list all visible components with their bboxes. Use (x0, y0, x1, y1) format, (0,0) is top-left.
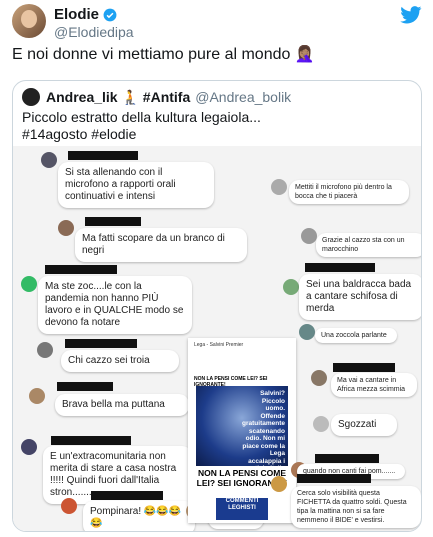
redacted-username (85, 217, 141, 226)
quoted-author-handle: @Andrea_bolik (195, 89, 292, 105)
comment-bubble: Grazie al cazzo sta con un marocchino (316, 233, 421, 257)
redacted-username (65, 339, 137, 348)
comment-bubble: Si sta allenando con il microfono a rapp… (58, 162, 214, 208)
commenter-avatar (311, 370, 327, 386)
commenti-leghisti-logo: COMMENTI LEGHISTI (216, 498, 268, 520)
comment-bubble: Cerca solo visibilità questa FICHETTA da… (291, 486, 421, 528)
singer-photo: Salvini? Piccolo uomo. Offende gratuitam… (196, 386, 288, 487)
quoted-hashtags: #14agosto #elodie (22, 126, 137, 142)
comment-bubble: Ma fatti scopare da un branco di negri (75, 228, 247, 262)
tweet-header: Elodie @Elodiedipa (12, 4, 424, 40)
author-handle[interactable]: @Elodiedipa (54, 24, 134, 40)
redacted-username (315, 454, 379, 463)
post-account: Lega - Salvini Premier (194, 342, 244, 348)
commenter-avatar (271, 179, 287, 195)
quoted-header: Andrea_lik 🧎 #Antifa @Andrea_bolik (22, 88, 291, 106)
commenter-avatar (61, 498, 77, 514)
comment-bubble: Brava bella ma puttana (55, 394, 189, 416)
commenter-avatar (29, 388, 45, 404)
verified-badge-icon (103, 8, 117, 21)
lega-post-image: Lega - Salvini Premier NON LA PENSI COME… (188, 338, 296, 523)
comment-bubble: Una zoccola parlante (315, 328, 397, 343)
commenter-avatar (271, 476, 287, 492)
quoted-author-name: Andrea_lik 🧎 #Antifa (46, 88, 191, 105)
quoted-text-line1: Piccolo estratto della kultura legaiola.… (22, 109, 261, 125)
tweet-text: E noi donne vi mettiamo pure al mondo 🤦🏽… (12, 46, 315, 63)
comment-bubble: Ma vai a cantare in Africa mezza scimmia (331, 373, 417, 397)
commenter-avatar (21, 439, 37, 455)
quoted-text: Piccolo estratto della kultura legaiola.… (22, 109, 261, 143)
comment-bubble: Ma ste zoc....le con la pandemia non han… (38, 276, 192, 334)
twitter-bird-icon[interactable] (400, 6, 422, 24)
comments-collage-image[interactable]: Si sta allenando con il microfono a rapp… (13, 146, 421, 531)
commenter-avatar (58, 220, 74, 236)
profile-avatar[interactable] (12, 4, 46, 38)
quoted-avatar (22, 88, 40, 106)
commenter-avatar (37, 342, 53, 358)
author-name[interactable]: Elodie (54, 6, 99, 23)
comment-bubble: Chi cazzo sei troia (61, 350, 179, 372)
redacted-username (91, 491, 163, 500)
commenter-avatar (313, 416, 329, 432)
commenter-avatar (21, 276, 37, 292)
redacted-username (305, 263, 375, 272)
redacted-username (45, 265, 117, 274)
comment-bubble: Pompinara! 😂😂😂😂 (83, 501, 195, 531)
comment-bubble: Sei una baldracca bada a cantare schifos… (299, 274, 421, 320)
redacted-username (51, 436, 131, 445)
commenter-avatar (283, 279, 299, 295)
redacted-username (297, 474, 371, 483)
redacted-username (57, 382, 113, 391)
comment-bubble: Mettiti il microfono più dentro la bocca… (289, 180, 409, 204)
redacted-username (68, 151, 138, 160)
commenter-avatar (41, 152, 57, 168)
quoted-tweet[interactable]: Andrea_lik 🧎 #Antifa @Andrea_bolik Picco… (12, 80, 422, 532)
redacted-username (333, 363, 395, 372)
comment-bubble: Sgozzati (331, 414, 397, 436)
author-name-row[interactable]: Elodie (54, 6, 117, 23)
commenter-avatar (301, 228, 317, 244)
commenter-avatar (299, 324, 315, 340)
